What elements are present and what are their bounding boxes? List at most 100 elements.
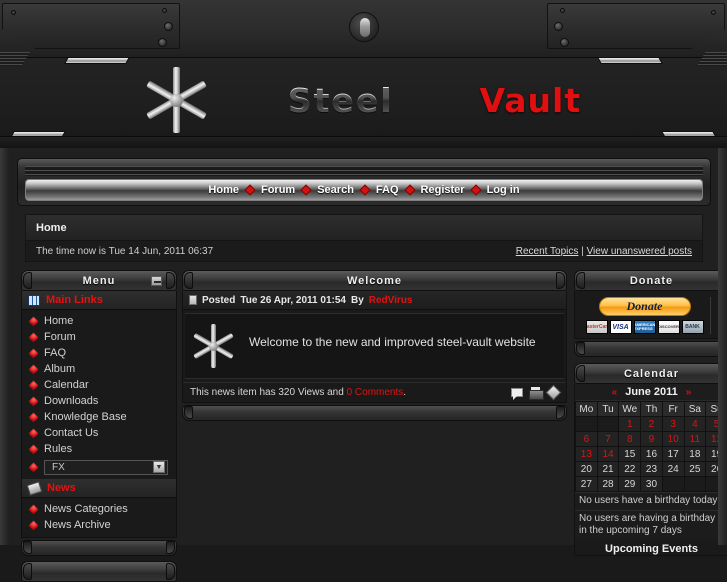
panel-cap-right xyxy=(166,563,175,580)
welcome-panel-footer xyxy=(182,405,567,421)
calendar-day[interactable]: 30 xyxy=(641,477,662,491)
calendar-day-empty xyxy=(662,477,684,491)
sidebar-item-forum[interactable]: Forum xyxy=(22,329,176,345)
sidebar-item-contact-us[interactable]: Contact Us xyxy=(22,425,176,441)
post-stats-text-2: Views and xyxy=(295,387,347,398)
comment-icon[interactable] xyxy=(511,388,523,400)
nav-item-forum[interactable]: Forum xyxy=(261,184,295,196)
link-separator: | xyxy=(578,245,587,257)
calendar-day-empty xyxy=(706,477,727,491)
calendar-note-upcoming: No users are having a birthday in the up… xyxy=(575,509,727,540)
calendar-day[interactable]: 8 xyxy=(619,432,641,446)
main-links-list: Home Forum FAQ Album Calendar Downloads … xyxy=(22,310,176,479)
site-logo[interactable]: Steel Vault xyxy=(0,62,727,138)
sidebar-item-calendar[interactable]: Calendar xyxy=(22,377,176,393)
sidebar-item-rules[interactable]: Rules xyxy=(22,441,176,457)
nav-item-register[interactable]: Register xyxy=(421,184,465,196)
next-month-button[interactable]: » xyxy=(686,387,692,398)
sidebar-item-news-archive[interactable]: News Archive xyxy=(22,517,176,533)
sidebar-item-home[interactable]: Home xyxy=(22,313,176,329)
panel-cap-left xyxy=(184,406,193,419)
post-comments-link[interactable]: 0 Comments xyxy=(347,387,404,398)
panel-cap-right xyxy=(166,541,175,554)
calendar-day[interactable]: 12 xyxy=(706,432,727,446)
bullet-icon xyxy=(28,462,39,472)
calendar-day[interactable]: 28 xyxy=(597,477,619,491)
nav-item-search[interactable]: Search xyxy=(317,184,354,196)
nav-item-faq[interactable]: FAQ xyxy=(376,184,399,196)
calendar-day[interactable]: 9 xyxy=(641,432,662,446)
fx-select[interactable]: FX ▼ xyxy=(44,459,168,475)
calendar-day[interactable]: 3 xyxy=(662,417,684,431)
calendar-day[interactable]: 26 xyxy=(706,462,727,476)
bullet-icon xyxy=(28,316,39,326)
calendar-day[interactable]: 18 xyxy=(684,447,706,461)
accepted-cards: MasterCard VISA AMERICAN EXPRESS DISCOVE… xyxy=(585,320,704,334)
calendar-week-row: 6 7 8 9 10 11 12 xyxy=(576,432,727,446)
news-links-list: News Categories News Archive xyxy=(22,498,176,537)
print-icon[interactable] xyxy=(529,387,544,400)
calendar-day[interactable]: 21 xyxy=(597,462,619,476)
calendar-day[interactable]: 13 xyxy=(576,447,597,461)
calendar-day[interactable]: 29 xyxy=(619,477,641,491)
calendar-day[interactable]: 25 xyxy=(684,462,706,476)
calendar-grid: Mo Tu We Th Fr Sa Su 1 2 3 4 5 6 7 8 9 10 11 12 13 14 15 16 17… xyxy=(575,401,727,492)
recent-topics-link[interactable]: Recent Topics xyxy=(516,246,579,257)
calendar-day[interactable]: 15 xyxy=(619,447,641,461)
sidebar-item-label: Contact Us xyxy=(44,427,99,439)
calendar-day[interactable]: 4 xyxy=(684,417,706,431)
calendar-day[interactable]: 1 xyxy=(619,417,641,431)
panel-cap-right xyxy=(166,272,175,289)
current-time-text: The time now is Tue 14 Jun, 2011 06:37 xyxy=(36,245,214,257)
calendar-day[interactable]: 22 xyxy=(619,462,641,476)
breadcrumb-label[interactable]: Home xyxy=(36,222,67,234)
calendar-day[interactable]: 16 xyxy=(641,447,662,461)
sidebar-item-downloads[interactable]: Downloads xyxy=(22,393,176,409)
donate-button[interactable]: Donate xyxy=(598,297,691,316)
calendar-day[interactable]: 2 xyxy=(641,417,662,431)
calendar-day[interactable]: 19 xyxy=(706,447,727,461)
calendar-day[interactable]: 27 xyxy=(576,477,597,491)
sidebar-item-faq[interactable]: FAQ xyxy=(22,345,176,361)
minimize-icon[interactable] xyxy=(151,276,162,286)
grid-icon xyxy=(28,294,40,306)
calendar-day[interactable]: 17 xyxy=(662,447,684,461)
calendar-day[interactable]: 23 xyxy=(641,462,662,476)
calendar-day[interactable]: 5 xyxy=(706,417,727,431)
amex-logo: AMERICAN EXPRESS xyxy=(633,320,656,334)
calendar-day[interactable]: 11 xyxy=(684,432,706,446)
post-author[interactable]: RedVirus xyxy=(369,295,413,306)
nav-item-home[interactable]: Home xyxy=(208,184,239,196)
panel-cap-right xyxy=(718,272,727,289)
welcome-panel-body: Posted Tue 26 Apr, 2011 01:54 By RedViru… xyxy=(182,291,567,403)
view-unanswered-posts-link[interactable]: View unanswered posts xyxy=(587,246,692,257)
prev-month-button[interactable]: « xyxy=(612,387,618,398)
calendar-day[interactable]: 14 xyxy=(597,447,619,461)
calendar-day[interactable]: 24 xyxy=(662,462,684,476)
content-columns: Menu Main Links Home Forum FAQ Album Cal… xyxy=(17,270,727,582)
panel-cap-left xyxy=(23,563,32,580)
chevron-down-icon[interactable]: ▼ xyxy=(153,461,165,473)
bullet-icon xyxy=(28,504,39,514)
calendar-weekday: Th xyxy=(641,402,662,416)
sidebar-item-knowledge-base[interactable]: Knowledge Base xyxy=(22,409,176,425)
calendar-day[interactable]: 10 xyxy=(662,432,684,446)
menu-panel: Menu Main Links Home Forum FAQ Album Cal… xyxy=(21,270,177,556)
nav-item-login[interactable]: Log in xyxy=(487,184,520,196)
sidebar-item-album[interactable]: Album xyxy=(22,361,176,377)
post-body-text: Welcome to the new and improved steel-va… xyxy=(249,335,536,349)
panel-cap-left xyxy=(576,342,585,355)
calendar-day[interactable]: 20 xyxy=(576,462,597,476)
menu-panel-title: Menu xyxy=(82,274,116,287)
nav-separator-diamond-icon xyxy=(469,184,482,196)
page-frame: Home Forum Search FAQ Register Log in Ho… xyxy=(0,148,727,582)
post-date: Tue 26 Apr, 2011 01:54 xyxy=(240,294,346,306)
welcome-panel-header: Welcome xyxy=(182,270,567,291)
header-bracket-right xyxy=(547,3,725,49)
discover-logo: DISCOVER xyxy=(657,320,680,334)
sidebar-item-news-categories[interactable]: News Categories xyxy=(22,501,176,517)
tag-icon[interactable] xyxy=(545,384,562,401)
calendar-day[interactable]: 7 xyxy=(597,432,619,446)
calendar-day[interactable]: 6 xyxy=(576,432,597,446)
panel-cap-right xyxy=(718,365,727,382)
